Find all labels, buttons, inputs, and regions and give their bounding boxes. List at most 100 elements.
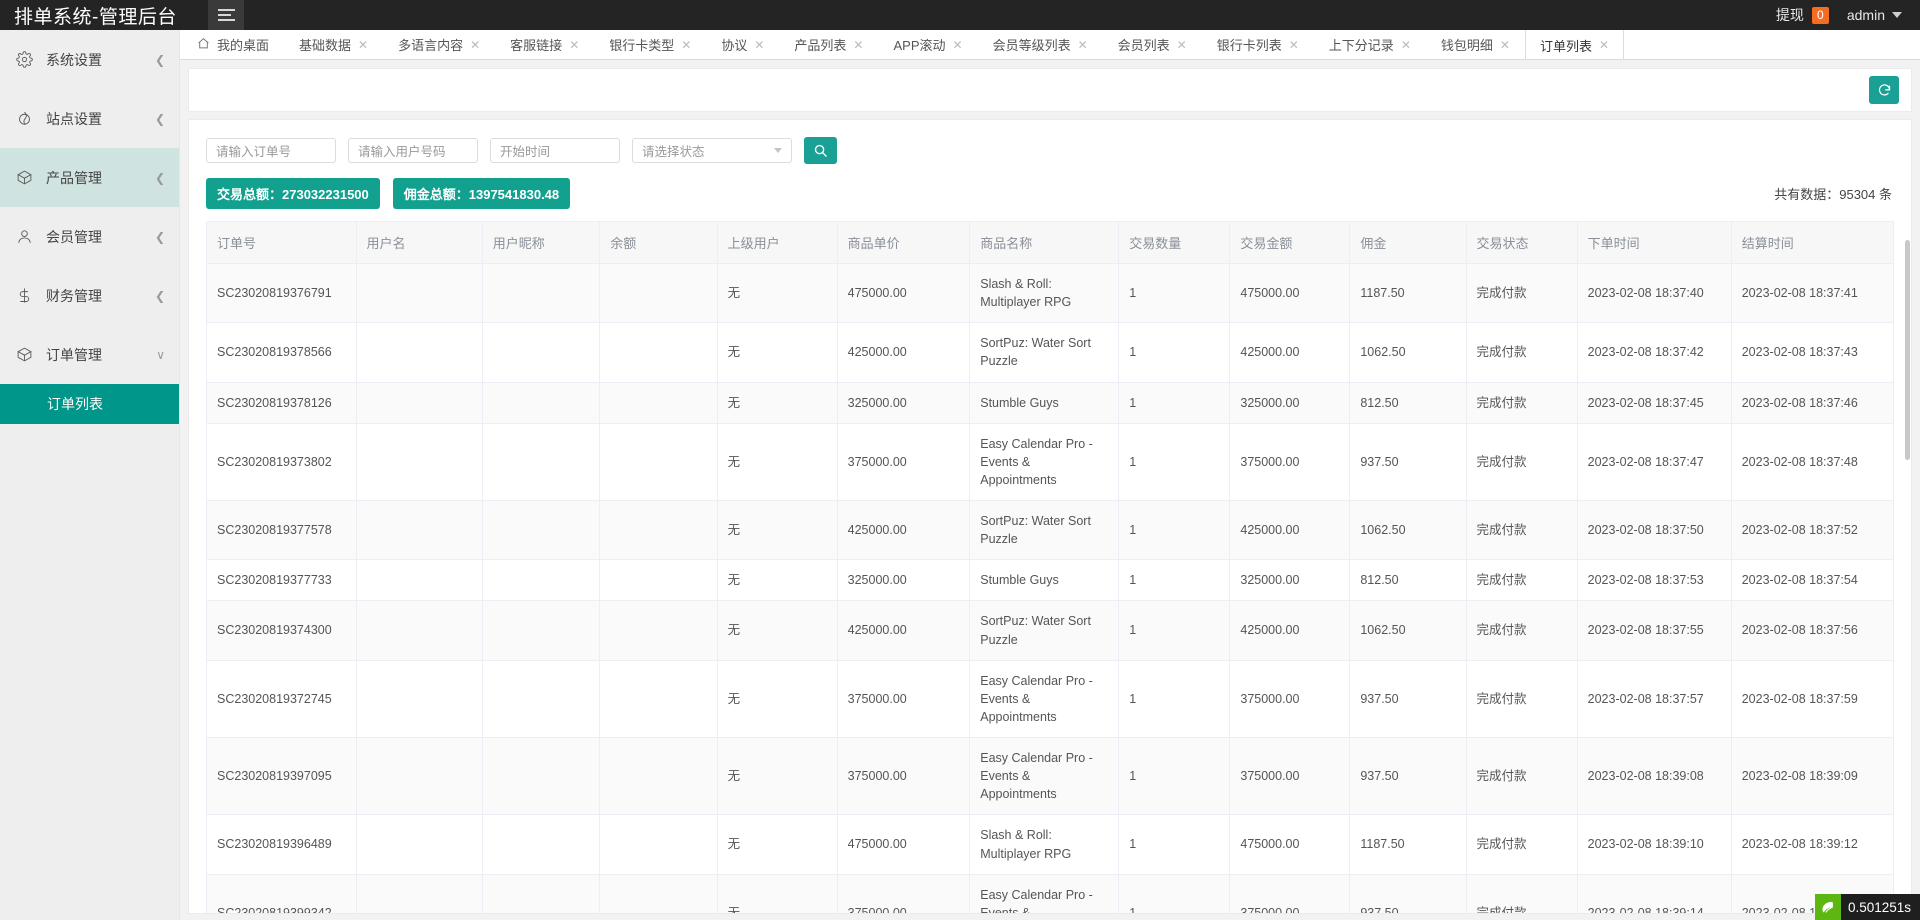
- table-row[interactable]: SC23020819397095无375000.00Easy Calendar …: [207, 738, 1893, 815]
- tab-12[interactable]: 钱包明细✕: [1426, 30, 1525, 59]
- tab-4[interactable]: 银行卡类型✕: [594, 30, 706, 59]
- table-row[interactable]: SC23020819396489无475000.00Slash & Roll: …: [207, 815, 1893, 874]
- tab-9[interactable]: 会员列表✕: [1103, 30, 1202, 59]
- stat-commission-total: 佣金总额：1397541830.48: [393, 178, 570, 209]
- table-cell: 2023-02-08 18:37:52: [1731, 501, 1893, 560]
- sidebar-item-label: 系统设置: [40, 50, 155, 70]
- table-row[interactable]: SC23020819399342无375000.00Easy Calendar …: [207, 874, 1893, 914]
- search-input-order-no[interactable]: 请输入订单号: [206, 138, 336, 163]
- close-icon[interactable]: ✕: [1401, 39, 1411, 51]
- table-row[interactable]: SC23020819378566无425000.00SortPuz: Water…: [207, 323, 1893, 382]
- sidebar-item-5[interactable]: 订单管理∨: [0, 325, 179, 384]
- close-icon[interactable]: ✕: [1177, 39, 1187, 51]
- performance-widget[interactable]: 0.501251s: [1815, 894, 1920, 920]
- table-cell: [482, 423, 599, 500]
- admin-menu[interactable]: admin: [1847, 7, 1902, 23]
- vertical-scrollbar[interactable]: [1905, 120, 1911, 913]
- table-cell: 无: [717, 874, 837, 914]
- table-cell: 425000.00: [1230, 601, 1350, 660]
- close-icon[interactable]: ✕: [1500, 39, 1510, 51]
- table-cell: 2023-02-08 18:37:55: [1577, 601, 1731, 660]
- table-row[interactable]: SC23020819374300无425000.00SortPuz: Water…: [207, 601, 1893, 660]
- table-cell: [356, 323, 482, 382]
- close-icon[interactable]: ✕: [358, 39, 368, 51]
- tab-6[interactable]: 产品列表 ✕: [779, 30, 878, 59]
- table-cell: 完成付款: [1466, 660, 1577, 737]
- tab-label: 银行卡列表: [1217, 35, 1282, 54]
- sidebar-item-order-list[interactable]: 订单列表: [0, 384, 179, 424]
- tab-0[interactable]: 我的桌面: [184, 30, 284, 59]
- tab-label: 多语言内容: [398, 35, 463, 54]
- table-cell: 1: [1119, 601, 1230, 660]
- close-icon[interactable]: ✕: [1078, 39, 1088, 51]
- table-cell: 2023-02-08 18:37:53: [1577, 560, 1731, 601]
- table-row[interactable]: SC23020819377578无425000.00SortPuz: Water…: [207, 501, 1893, 560]
- tab-8[interactable]: 会员等级列表✕: [978, 30, 1103, 59]
- close-icon[interactable]: ✕: [569, 39, 579, 51]
- chevron-down-icon: ∨: [156, 349, 165, 361]
- table-cell: Slash & Roll: Multiplayer RPG: [970, 264, 1119, 323]
- close-icon[interactable]: ✕: [853, 39, 863, 51]
- sidebar-item-4[interactable]: 财务管理❮: [0, 266, 179, 325]
- table-cell: Slash & Roll: Multiplayer RPG: [970, 815, 1119, 874]
- table-row[interactable]: SC23020819373802无375000.00Easy Calendar …: [207, 423, 1893, 500]
- tab-1[interactable]: 基础数据✕: [284, 30, 383, 59]
- column-header-3: 余额: [600, 222, 717, 264]
- column-header-6: 商品名称: [970, 222, 1119, 264]
- table-cell: 1062.50: [1350, 501, 1466, 560]
- column-header-4: 上级用户: [717, 222, 837, 264]
- tab-2[interactable]: 多语言内容 ✕: [383, 30, 495, 59]
- table-row[interactable]: SC23020819376791无475000.00Slash & Roll: …: [207, 264, 1893, 323]
- chevron-down-icon: [774, 148, 782, 153]
- table-cell: [482, 601, 599, 660]
- table-cell: 2023-02-08 18:39:08: [1577, 738, 1731, 815]
- refresh-icon[interactable]: [1869, 76, 1899, 104]
- search-input-user-phone[interactable]: 请输入用户号码: [348, 138, 478, 163]
- admin-label: admin: [1847, 7, 1885, 23]
- withdraw-button[interactable]: 提现 0: [1776, 5, 1829, 25]
- table-cell: 完成付款: [1466, 560, 1577, 601]
- table-cell: 2023-02-08 18:39:10: [1577, 815, 1731, 874]
- close-icon[interactable]: ✕: [470, 39, 480, 51]
- table-cell: 937.50: [1350, 423, 1466, 500]
- sidebar-item-1[interactable]: 站点设置❮: [0, 89, 179, 148]
- table-cell: 375000.00: [837, 660, 970, 737]
- table-cell: 完成付款: [1466, 423, 1577, 500]
- table-cell: 2023-02-08 18:37:56: [1731, 601, 1893, 660]
- status-select[interactable]: 请选择状态: [632, 138, 792, 163]
- tab-7[interactable]: APP滚动✕: [878, 30, 977, 59]
- search-button[interactable]: [804, 137, 837, 164]
- sidebar-item-2[interactable]: 产品管理❮: [0, 148, 179, 207]
- sidebar-item-0[interactable]: 系统设置❮: [0, 30, 179, 89]
- close-icon[interactable]: ✕: [681, 39, 691, 51]
- table-row[interactable]: SC23020819378126无325000.00Stumble Guys13…: [207, 382, 1893, 423]
- table-cell: 937.50: [1350, 874, 1466, 914]
- table-cell: 2023-02-08 18:37:42: [1577, 323, 1731, 382]
- tab-5[interactable]: 协议✕: [706, 30, 779, 59]
- search-input-start-time[interactable]: 开始时间: [490, 138, 620, 163]
- table-cell: Easy Calendar Pro - Events & Appointment…: [970, 660, 1119, 737]
- close-icon[interactable]: ✕: [754, 39, 764, 51]
- table-row[interactable]: SC23020819377733无325000.00Stumble Guys13…: [207, 560, 1893, 601]
- table-cell: 无: [717, 423, 837, 500]
- close-icon[interactable]: ✕: [1599, 39, 1609, 51]
- close-icon[interactable]: ✕: [1289, 39, 1299, 51]
- table-cell: 2023-02-08 18:37:54: [1731, 560, 1893, 601]
- table-cell: 2023-02-08 18:37:46: [1731, 382, 1893, 423]
- table-row[interactable]: SC23020819372745无375000.00Easy Calendar …: [207, 660, 1893, 737]
- tab-11[interactable]: 上下分记录✕: [1314, 30, 1426, 59]
- table-cell: 1062.50: [1350, 323, 1466, 382]
- table-cell: SC23020819374300: [207, 601, 356, 660]
- tab-3[interactable]: 客服链接✕: [495, 30, 594, 59]
- tab-label: 产品列表: [794, 35, 846, 54]
- tab-10[interactable]: 银行卡列表 ✕: [1202, 30, 1314, 59]
- close-icon[interactable]: ✕: [953, 39, 963, 51]
- table-cell: [600, 423, 717, 500]
- box-icon: [16, 346, 40, 363]
- hamburger-icon[interactable]: [208, 0, 244, 30]
- tab-13[interactable]: 订单列表✕: [1525, 30, 1624, 60]
- sidebar-item-3[interactable]: 会员管理❮: [0, 207, 179, 266]
- table-cell: 475000.00: [837, 815, 970, 874]
- column-header-5: 商品单价: [837, 222, 970, 264]
- sidebar-item-label: 站点设置: [40, 109, 155, 129]
